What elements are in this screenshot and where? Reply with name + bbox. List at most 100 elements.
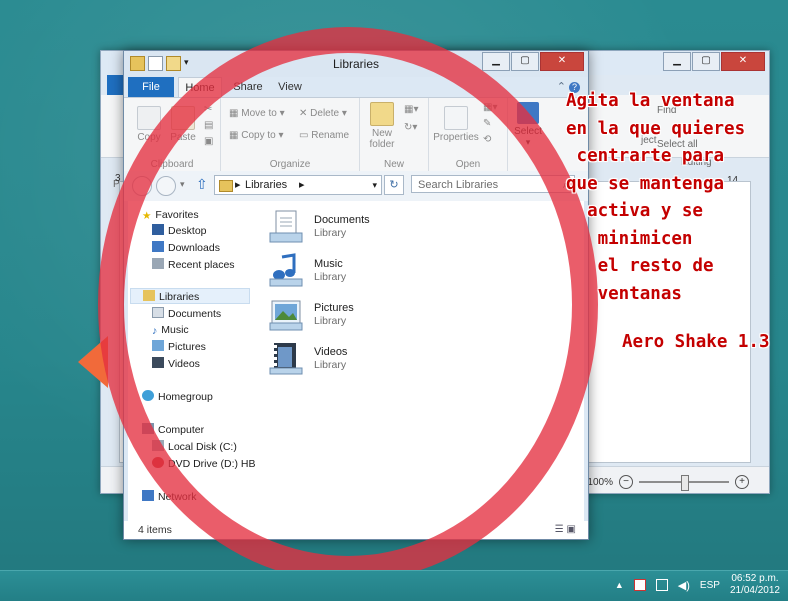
breadcrumb-separator[interactable]: ▸	[235, 176, 241, 194]
homegroup-icon	[142, 390, 154, 401]
paste-button[interactable]: Paste	[168, 106, 198, 143]
properties-button[interactable]: Properties	[433, 106, 479, 143]
close-button[interactable]: ✕	[721, 52, 765, 71]
app-name-label: Aero Shake 1.3	[622, 332, 770, 352]
language-indicator[interactable]: ESP	[700, 580, 720, 591]
new-item-icon[interactable]: ▦▾	[404, 104, 418, 115]
move-to-button[interactable]: ▦ Move to ▾	[229, 108, 285, 119]
videos-icon	[152, 357, 164, 368]
back-button[interactable]	[132, 176, 152, 196]
navigation-bar: ▾ ⇧ ▸ Libraries ▸ ▾ ↻ Search Libraries ⌕	[124, 171, 588, 201]
view-toggles: ☰ ▣	[555, 524, 576, 535]
copy-to-icon: ▦	[229, 130, 242, 141]
network-status-icon[interactable]	[655, 579, 668, 591]
address-bar[interactable]: ▸ Libraries ▸ ▾	[214, 175, 382, 195]
nav-dvd-drive[interactable]: DVD Drive (D:) HB1_	[152, 456, 267, 472]
maximize-button[interactable]: ▢	[692, 52, 720, 71]
minimize-button[interactable]: ▁	[663, 52, 691, 71]
open-icon[interactable]: ▦▾	[483, 102, 497, 113]
select-button[interactable]: Select ▾	[510, 102, 546, 148]
show-hidden-icons-icon[interactable]: ▲	[615, 580, 624, 590]
nav-local-disk[interactable]: Local Disk (C:)	[152, 439, 237, 455]
paste-shortcut-icon[interactable]: ▣	[204, 136, 213, 147]
select-group: Select ▾	[508, 98, 548, 172]
minimize-button[interactable]: ▁	[482, 52, 510, 71]
breadcrumb[interactable]: Libraries	[245, 176, 287, 194]
recent-places-icon	[152, 258, 164, 269]
chevron-up-icon[interactable]: ⌃	[557, 81, 566, 93]
downloads-icon	[152, 241, 164, 252]
tab-file[interactable]: File	[128, 77, 174, 97]
nav-homegroup[interactable]: Homegroup	[142, 389, 213, 405]
nav-documents[interactable]: Documents	[152, 306, 221, 322]
action-center-icon[interactable]	[633, 579, 646, 591]
explorer-window[interactable]: ▾ Libraries ▁ ▢ ✕ File Home Share View ⌃…	[123, 50, 589, 540]
delete-button[interactable]: ✕ Delete ▾	[299, 108, 347, 119]
nav-network[interactable]: Network	[142, 489, 197, 505]
copy-button[interactable]: Copy	[134, 106, 164, 143]
address-dropdown-icon[interactable]: ▾	[372, 176, 377, 194]
properties-icon	[444, 106, 468, 130]
pictures-library-icon	[268, 297, 304, 333]
zoom-in-button[interactable]: +	[735, 475, 749, 489]
search-input[interactable]: Search Libraries ⌕	[411, 175, 575, 193]
rename-button[interactable]: ▭ Rename	[299, 130, 349, 141]
nav-libraries[interactable]: Libraries	[130, 288, 250, 304]
forward-button[interactable]	[156, 176, 176, 196]
music-library-icon	[268, 253, 304, 289]
open-group-label: Open	[455, 159, 481, 170]
nav-desktop[interactable]: Desktop	[152, 223, 207, 239]
zoom-out-button[interactable]: −	[619, 475, 633, 489]
item-count: 4 items	[138, 524, 172, 536]
clock[interactable]: 06:52 p.m. 21/04/2012	[730, 573, 780, 597]
clock-time: 06:52 p.m.	[731, 573, 779, 584]
clipboard-group-label: Clipboard	[150, 159, 194, 170]
nav-music[interactable]: ♪ Music	[152, 322, 189, 338]
large-icons-view-icon[interactable]: ▣	[567, 524, 576, 535]
zoom-control: 100% − +	[587, 475, 749, 491]
up-arrow-icon[interactable]: ⇧	[196, 176, 208, 193]
nav-pictures[interactable]: Pictures	[152, 339, 206, 355]
copy-path-icon[interactable]: ▤	[204, 120, 213, 131]
orange-arrow-decoration	[78, 336, 108, 388]
delete-icon: ✕	[299, 108, 311, 119]
maximize-button[interactable]: ▢	[511, 52, 539, 71]
navigation-pane: ★ Favorites Desktop Downloads Recent plac…	[128, 201, 267, 521]
details-view-icon[interactable]: ☰	[555, 524, 564, 535]
documents-library-icon	[268, 209, 304, 245]
edit-icon[interactable]: ✎	[483, 118, 491, 129]
desktop-icon	[152, 224, 164, 235]
paste-icon	[171, 106, 195, 130]
zoom-slider-thumb[interactable]	[681, 475, 689, 491]
new-folder-button[interactable]: New folder	[364, 102, 400, 150]
status-bar: 4 items ☰ ▣	[124, 521, 588, 539]
nav-videos[interactable]: Videos	[152, 356, 200, 372]
music-icon: ♪	[152, 325, 158, 337]
history-icon[interactable]: ⟲	[483, 134, 491, 145]
cut-icon[interactable]: ✂	[204, 104, 212, 115]
disk-icon	[152, 440, 164, 451]
zoom-slider[interactable]	[639, 475, 729, 491]
nav-downloads[interactable]: Downloads	[152, 240, 220, 256]
new-group: New folder ▦▾ ↻▾ New	[360, 98, 429, 172]
tab-home[interactable]: Home	[178, 77, 222, 98]
refresh-icon[interactable]: ↻	[384, 175, 404, 195]
ribbon: Copy Paste ✂ ▤ ▣ Clipboard ▦ Move to ▾ ▦…	[124, 97, 588, 173]
system-tray: ▲ ◀) ESP 06:52 p.m. 21/04/2012	[615, 573, 780, 597]
tab-share[interactable]: Share	[228, 77, 268, 97]
breadcrumb-separator[interactable]: ▸	[299, 176, 305, 194]
recent-locations-icon[interactable]: ▾	[180, 179, 185, 190]
volume-icon[interactable]: ◀)	[678, 579, 690, 592]
easy-access-icon[interactable]: ↻▾	[404, 122, 417, 133]
annotation-text: Agita la ventana en la que quieres centr…	[566, 91, 746, 304]
pictures-icon	[152, 340, 164, 351]
nav-computer[interactable]: Computer	[142, 422, 204, 438]
close-button[interactable]: ✕	[540, 52, 584, 71]
rename-icon: ▭	[299, 130, 312, 141]
libraries-icon	[143, 290, 155, 301]
nav-recent-places[interactable]: Recent places	[152, 257, 235, 273]
explorer-titlebar[interactable]: ▾ Libraries ▁ ▢ ✕	[124, 51, 588, 77]
tab-view[interactable]: View	[272, 77, 308, 97]
copy-to-button[interactable]: ▦ Copy to ▾	[229, 130, 284, 141]
nav-favorites[interactable]: ★ Favorites	[142, 207, 199, 223]
